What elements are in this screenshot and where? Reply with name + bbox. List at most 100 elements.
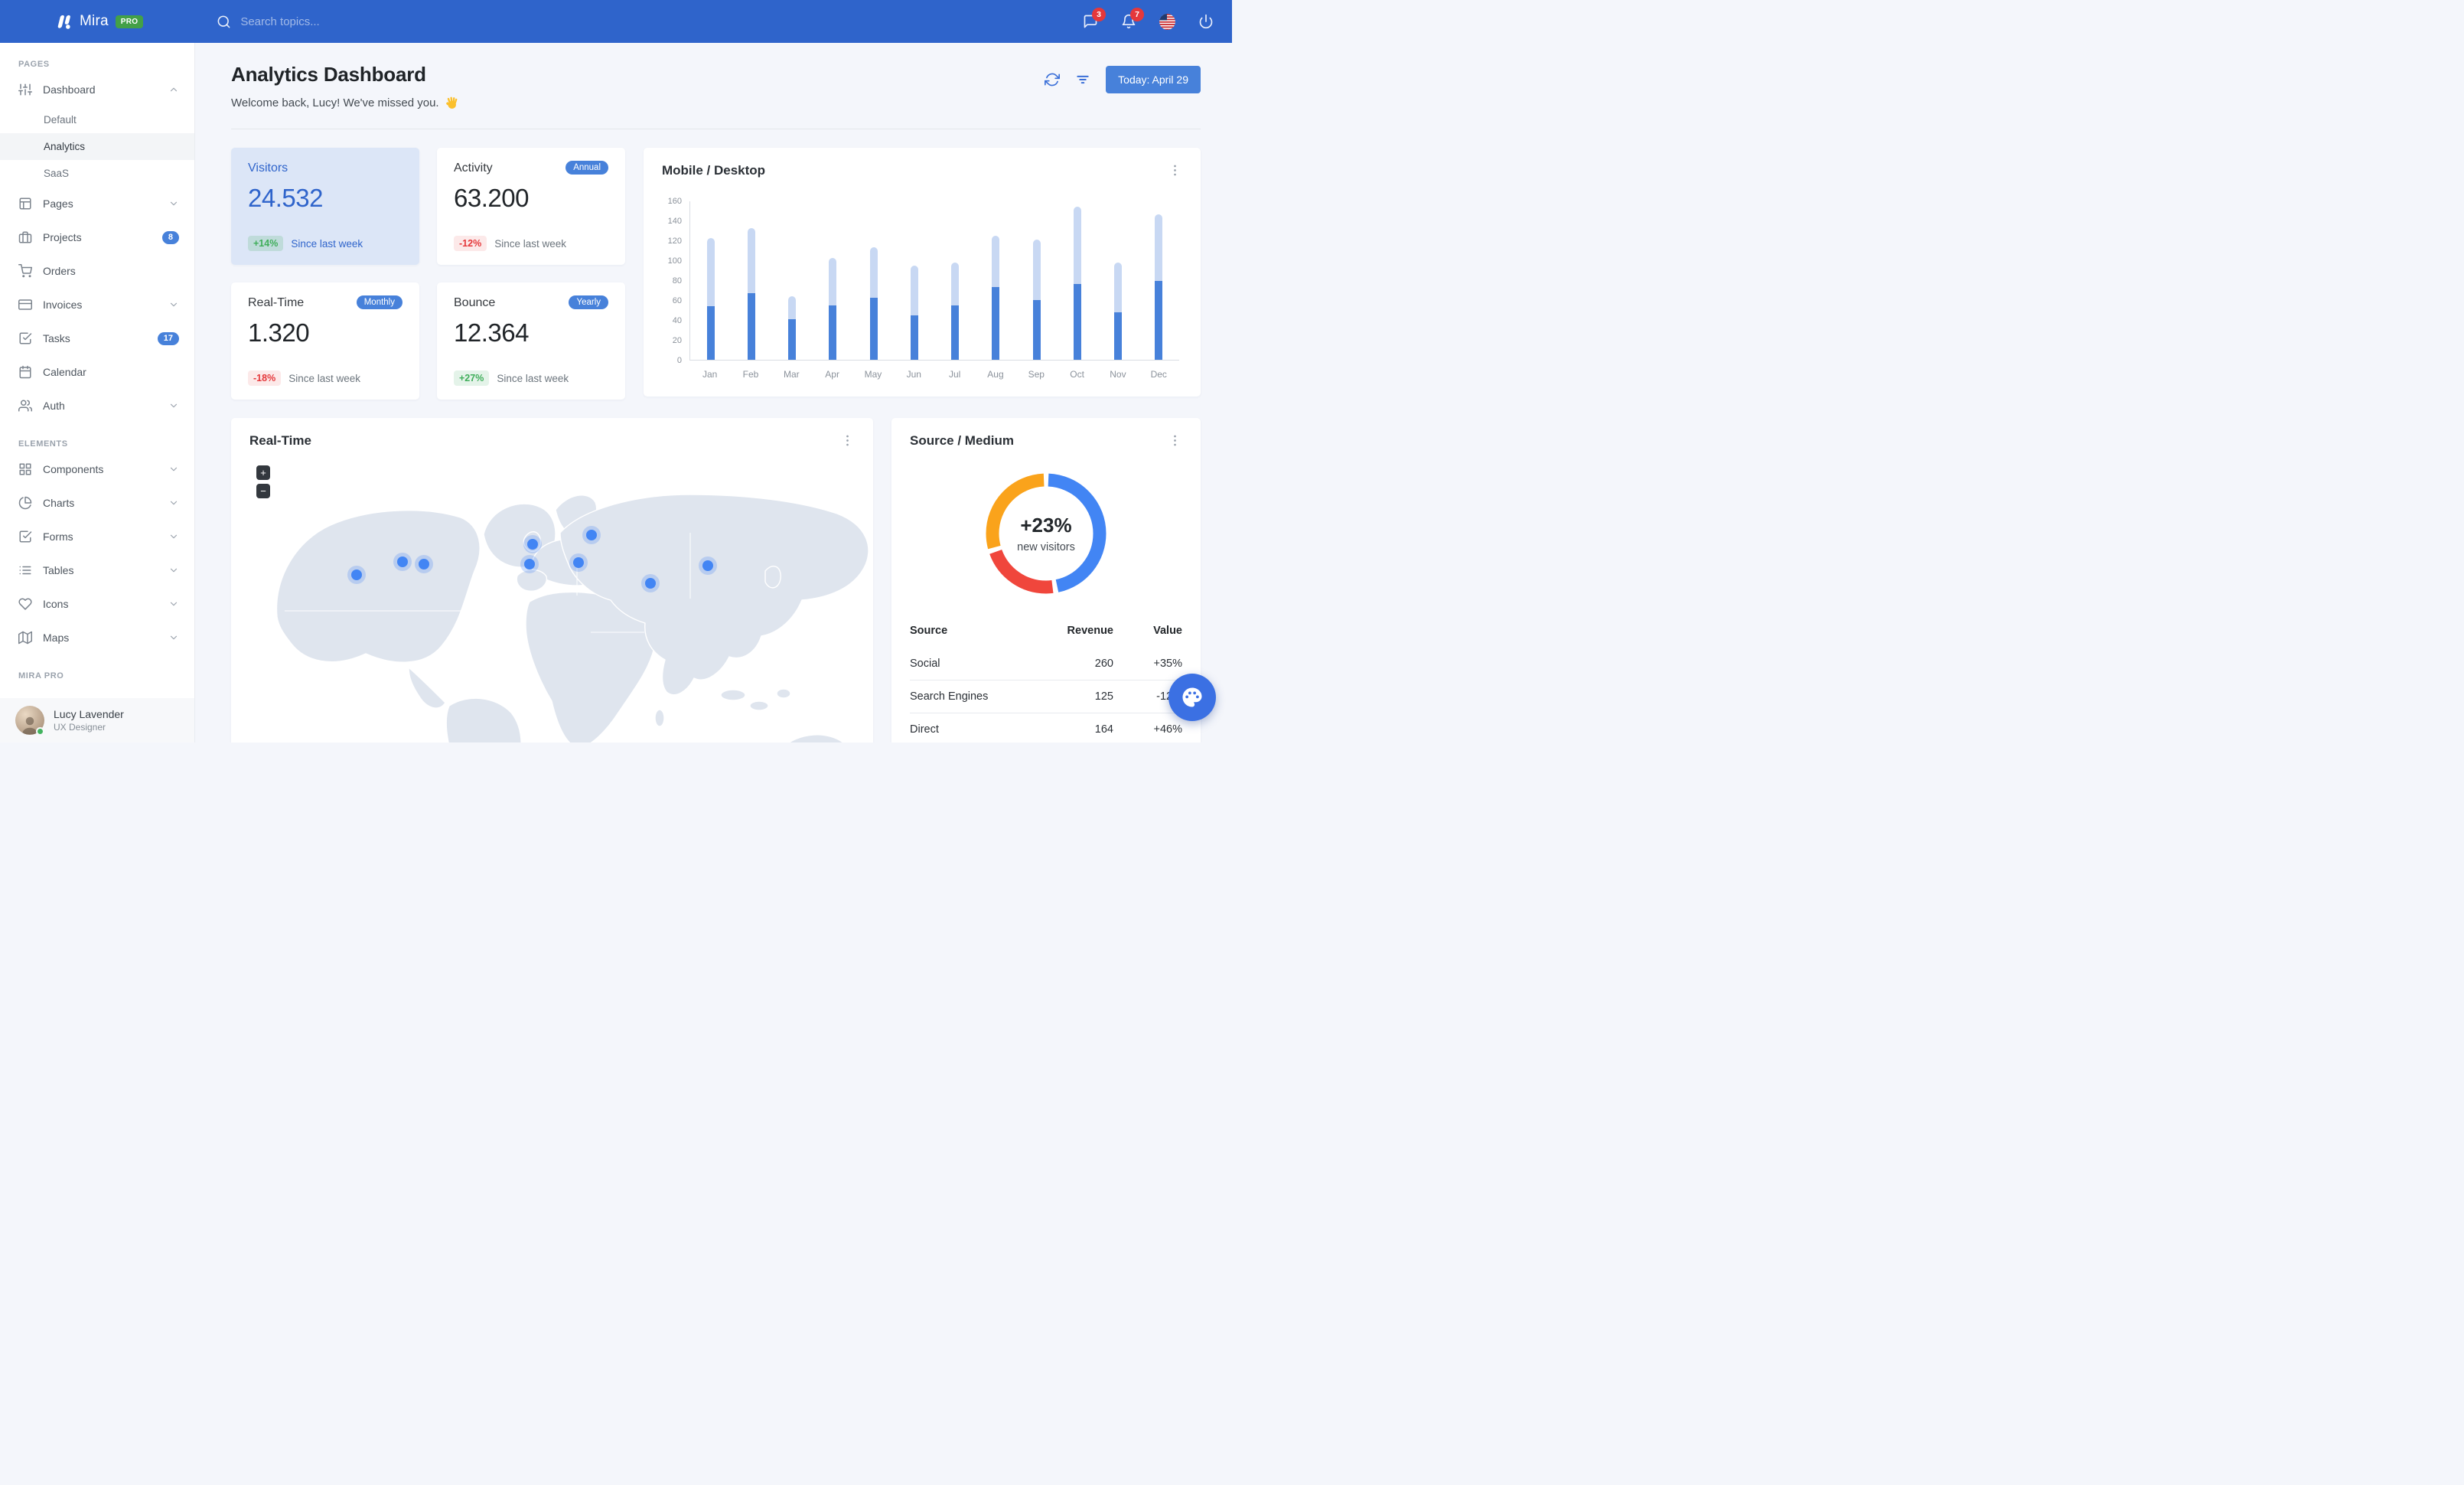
- users-icon: [18, 400, 32, 412]
- sidebar-item-charts[interactable]: Charts: [0, 486, 194, 520]
- sidebar-item-orders[interactable]: Orders: [0, 254, 194, 288]
- chevron-down-icon: [170, 534, 178, 539]
- grid-icon: [19, 463, 31, 475]
- chevron-down-icon: [170, 501, 178, 505]
- table-row-social: Social 260 +35%: [910, 648, 1182, 680]
- kebab-menu-icon[interactable]: [1168, 163, 1182, 178]
- map-zoom-out-button[interactable]: −: [256, 484, 270, 498]
- source-card-title: Source / Medium: [910, 433, 1015, 448]
- chevron-down-icon: [170, 302, 178, 307]
- filter-icon[interactable]: [1075, 72, 1090, 87]
- bar-segment-desktop: [788, 295, 797, 319]
- source-medium-card: Source / Medium +23% new visitors Source…: [891, 418, 1201, 742]
- calendar-icon: [19, 365, 31, 379]
- sidebar-item-icons[interactable]: Icons: [0, 587, 194, 621]
- kebab-menu-icon[interactable]: [840, 433, 855, 448]
- map-card-title: Real-Time: [249, 433, 311, 448]
- sidebar-item-forms[interactable]: Forms: [0, 520, 194, 553]
- welcome-message: Welcome back, Lucy! We've missed you.: [231, 96, 459, 110]
- x-axis-label: Mar: [783, 369, 800, 380]
- sidebar-item-dashboard[interactable]: Dashboard: [0, 73, 194, 106]
- check-square-icon: [19, 530, 32, 543]
- x-axis-label: May: [864, 369, 882, 380]
- sidebar-section-label: ELEMENTS: [18, 439, 68, 449]
- bar-apr: [829, 258, 837, 360]
- waving-hand-icon: [445, 96, 458, 109]
- bar-segment-desktop: [829, 258, 837, 305]
- map-marker-delhi: [645, 578, 656, 589]
- main-content: Analytics Dashboard Welcome back, Lucy! …: [195, 43, 1232, 742]
- bar-jul: [951, 262, 960, 360]
- notifications-button[interactable]: 7: [1121, 8, 1144, 29]
- page-title: Analytics Dashboard: [231, 63, 426, 86]
- x-axis-label: Dec: [1150, 369, 1167, 380]
- map-zoom-in-button[interactable]: +: [256, 465, 270, 480]
- sidebar-item-components[interactable]: Components: [0, 452, 194, 486]
- stat-title: Bounce: [454, 296, 496, 309]
- stat-title: Activity: [454, 162, 493, 175]
- stat-card-bounce: Bounce Yearly 12.364 +27% Since last wee…: [437, 282, 625, 400]
- language-flag-us[interactable]: [1159, 13, 1175, 30]
- kebab-menu-icon[interactable]: [1168, 433, 1182, 448]
- logout-button[interactable]: [1198, 14, 1214, 29]
- bar-may: [869, 247, 878, 360]
- table-row-search-engines: Search Engines 125 -12%: [910, 680, 1182, 713]
- y-axis-tick: 160: [667, 197, 682, 206]
- sidebar-subitem-analytics[interactable]: Analytics: [0, 133, 194, 160]
- sidebar-item-calendar[interactable]: Calendar: [0, 355, 194, 389]
- brand-logo[interactable]: Mira PRO: [52, 11, 144, 32]
- realtime-map-card: Real-Time + −: [231, 418, 873, 742]
- navbar-actions: 3 7: [1083, 8, 1232, 30]
- map-marker-madrid: [524, 559, 535, 570]
- bar-segment-desktop: [992, 235, 1000, 288]
- x-axis-label: Sep: [1028, 369, 1045, 380]
- sidebar-item-maps[interactable]: Maps: [0, 621, 194, 654]
- sidebar-item-projects[interactable]: Projects 8: [0, 220, 194, 254]
- check-square-icon: [19, 332, 32, 344]
- bar-segment-mobile: [869, 298, 878, 360]
- sliders-icon: [18, 83, 32, 96]
- theme-settings-fab[interactable]: [1168, 674, 1216, 721]
- y-axis-tick: 40: [672, 316, 682, 325]
- stat-delta-chip: +27%: [454, 370, 490, 386]
- sidebar-item-auth[interactable]: Auth: [0, 389, 194, 423]
- y-axis-tick: 100: [667, 256, 682, 266]
- stat-period-pill: Yearly: [569, 295, 608, 309]
- map-marker-london: [527, 539, 538, 550]
- bar-jan: [706, 238, 715, 360]
- heart-icon: [18, 598, 32, 610]
- power-icon: [1199, 14, 1213, 29]
- cell-source: Social: [910, 658, 940, 670]
- sidebar-item-invoices[interactable]: Invoices: [0, 288, 194, 321]
- chart-title: Mobile / Desktop: [662, 163, 766, 178]
- sidebar-badge: 8: [161, 230, 179, 244]
- source-table: Source Revenue Value Social 260 +35% Sea…: [910, 620, 1182, 742]
- sidebar-subitem-default[interactable]: Default: [0, 106, 194, 133]
- bar-segment-desktop: [869, 247, 878, 299]
- donut-center-value: +23%: [1020, 514, 1072, 537]
- stat-period-pill: Annual: [565, 161, 608, 175]
- search-input[interactable]: [240, 15, 425, 28]
- x-axis-label: Aug: [987, 369, 1004, 380]
- sidebar-item-tables[interactable]: Tables: [0, 553, 194, 587]
- chevron-down-icon: [170, 635, 178, 640]
- bar-nov: [1114, 262, 1123, 360]
- date-range-button[interactable]: Today: April 29: [1106, 66, 1201, 93]
- navbar-search: [217, 15, 425, 29]
- sidebar-subitem-saas[interactable]: SaaS: [0, 160, 194, 187]
- stat-caption: Since last week: [291, 237, 363, 250]
- bar-feb: [747, 228, 755, 360]
- stat-caption: Since last week: [494, 237, 566, 250]
- bar-segment-desktop: [951, 262, 960, 305]
- sidebar-item-tasks[interactable]: Tasks 17: [0, 321, 194, 355]
- stat-delta-chip: -12%: [454, 236, 487, 251]
- sidebar-item-pages[interactable]: Pages: [0, 187, 194, 220]
- x-axis-label: Nov: [1110, 369, 1126, 380]
- sidebar-user-profile[interactable]: Lucy Lavender UX Designer: [0, 698, 194, 742]
- stacked-bar-chart: 160 140 120 100 80 60 40 20 0 Jan Feb Mar Apr May Jun…: [662, 197, 1182, 385]
- bar-segment-mobile: [910, 315, 918, 360]
- palette-icon: [1182, 687, 1202, 707]
- col-source: Source: [910, 625, 948, 637]
- refresh-icon[interactable]: [1045, 72, 1061, 87]
- messages-button[interactable]: 3: [1083, 8, 1106, 29]
